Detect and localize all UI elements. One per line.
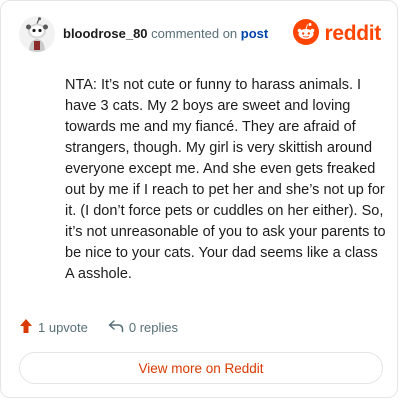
upvote-count: 1 upvote	[38, 319, 88, 335]
post-link[interactable]: post	[241, 26, 268, 41]
action-text: commented on	[151, 26, 238, 41]
comment-header: bloodrose_80 commented on post reddit	[19, 16, 381, 56]
comment-meta: bloodrose_80 commented on post	[63, 26, 268, 41]
reddit-wordmark: reddit	[324, 22, 381, 45]
comment-actions: 1 upvote 0 replies	[19, 317, 198, 337]
replies-button[interactable]: 0 replies	[108, 319, 178, 336]
replies-count: 0 replies	[128, 319, 179, 335]
username-link[interactable]: bloodrose_80	[63, 26, 148, 41]
upvote-button[interactable]: 1 upvote	[19, 318, 88, 337]
upvote-arrow-icon	[19, 318, 38, 337]
snoo-avatar-icon[interactable]	[19, 16, 55, 52]
reply-arrow-icon	[108, 319, 129, 336]
view-more-button[interactable]: View more on Reddit	[19, 352, 383, 384]
comment-body: NTA: It’s not cute or funny to harass an…	[65, 77, 386, 282]
comment-card: bloodrose_80 commented on post reddit NT…	[0, 0, 398, 398]
reddit-brand[interactable]: reddit	[293, 18, 381, 50]
reddit-logo-icon	[293, 18, 320, 50]
